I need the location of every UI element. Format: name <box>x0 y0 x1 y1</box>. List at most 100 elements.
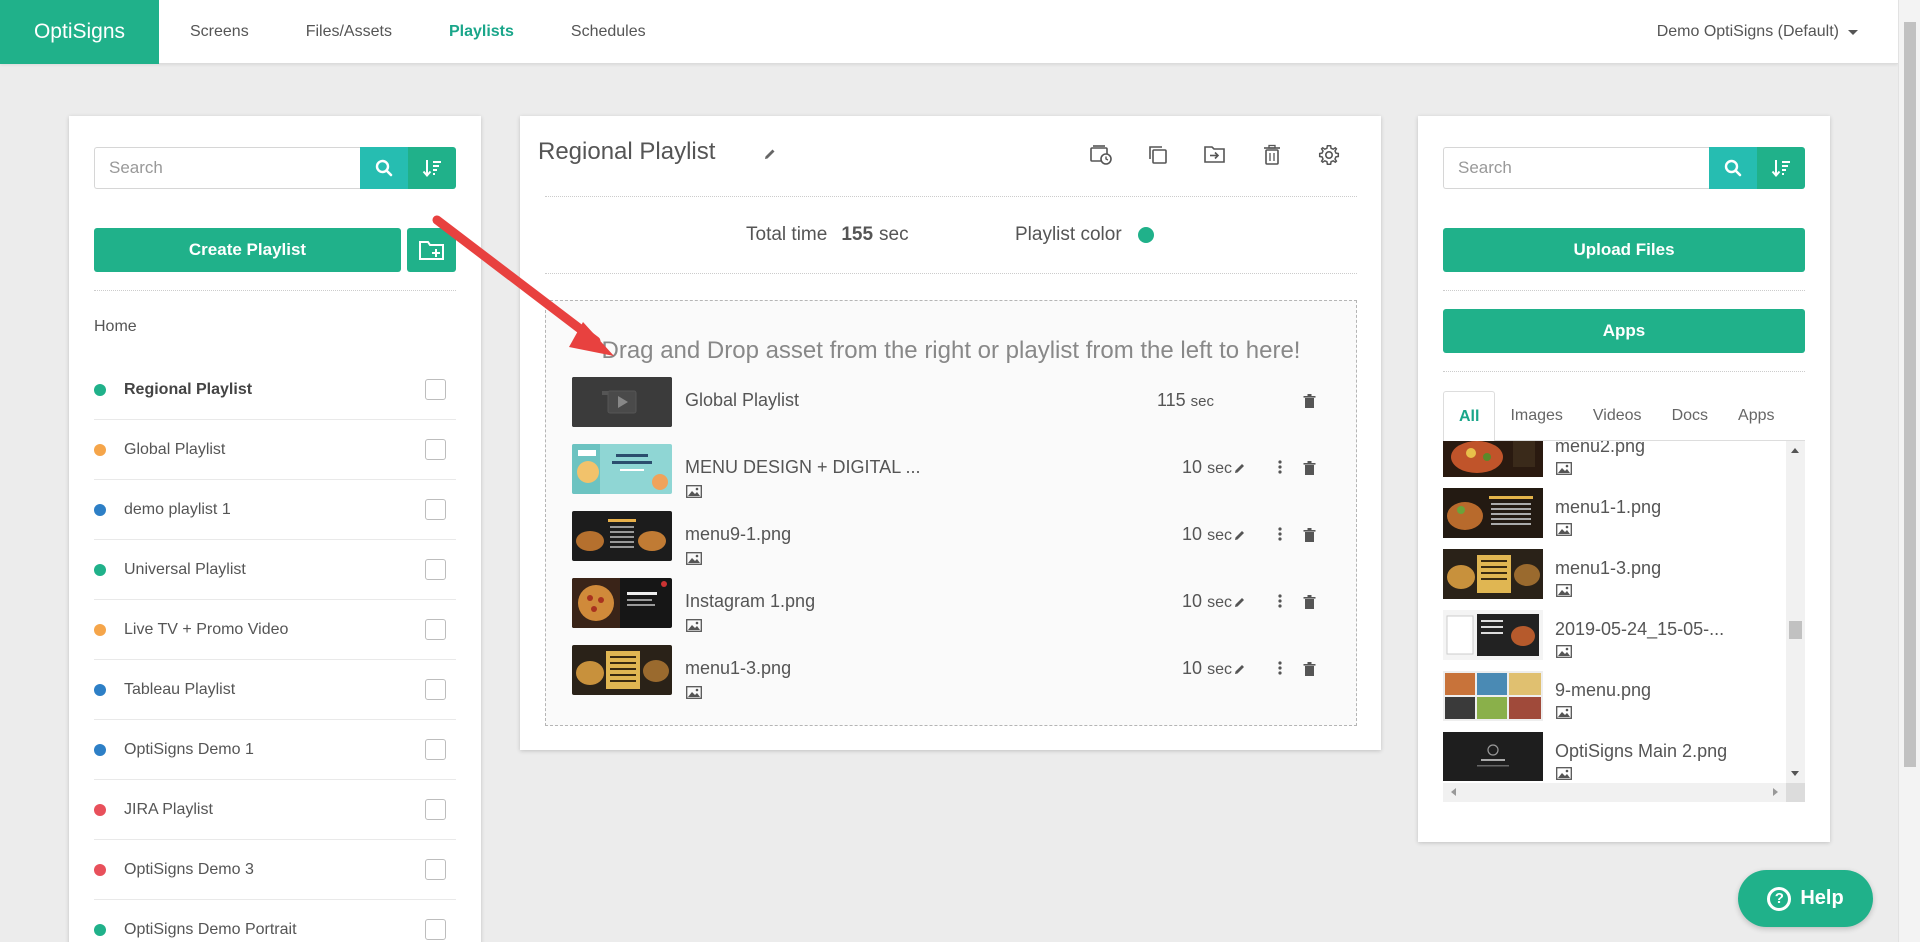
asset-list-horizontal-scrollbar[interactable] <box>1443 783 1786 802</box>
entry-duration: 10 sec <box>1182 591 1232 611</box>
delete-playlist-icon[interactable] <box>1243 144 1300 166</box>
edit-title-icon[interactable] <box>763 147 777 161</box>
asset-list-vertical-scrollbar[interactable] <box>1786 441 1805 783</box>
remove-entry-icon[interactable] <box>1303 595 1316 609</box>
question-icon: ? <box>1767 886 1792 911</box>
edit-duration-icon[interactable] <box>1234 596 1246 608</box>
preview-playlist-icon[interactable] <box>1072 144 1129 166</box>
app-logo[interactable]: OptiSigns <box>0 0 159 64</box>
playlist-item-live-tv[interactable]: Live TV + Promo Video <box>94 600 456 660</box>
playlist-entry[interactable]: Instagram 1.png 10 sec <box>572 578 1332 645</box>
tab-all[interactable]: All <box>1443 391 1496 442</box>
nav-files-assets[interactable]: Files/Assets <box>306 23 392 41</box>
asset-sort-button[interactable] <box>1757 147 1805 189</box>
playlist-item-universal[interactable]: Universal Playlist <box>94 540 456 600</box>
asset-search-input[interactable]: Search <box>1443 147 1709 189</box>
search-icon <box>1724 159 1742 177</box>
duplicate-icon[interactable] <box>1129 144 1186 166</box>
scroll-up-icon[interactable] <box>1791 448 1799 453</box>
playlist-drop-zone[interactable]: Drag and Drop asset from the right or pl… <box>545 300 1357 726</box>
playlist-checkbox[interactable] <box>425 619 446 640</box>
page-scrollbar[interactable] <box>1898 0 1920 942</box>
playlist-item-tableau[interactable]: Tableau Playlist <box>94 660 456 720</box>
help-button[interactable]: ? Help <box>1738 870 1873 927</box>
new-folder-button[interactable] <box>407 228 456 272</box>
playlist-checkbox[interactable] <box>425 679 446 700</box>
nav-schedules[interactable]: Schedules <box>571 23 646 41</box>
food-thumbnail <box>1443 441 1543 477</box>
playlist-color-dot <box>94 383 106 396</box>
total-time-unit: sec <box>879 224 909 245</box>
more-options-icon[interactable] <box>1278 460 1282 474</box>
playlist-item-global[interactable]: Global Playlist <box>94 420 456 480</box>
move-to-folder-icon[interactable] <box>1186 144 1243 166</box>
asset-list-scroll-thumb[interactable] <box>1789 621 1802 639</box>
entry-duration: 10 sec <box>1182 457 1232 477</box>
scroll-right-icon[interactable] <box>1773 788 1778 796</box>
menu-design-thumbnail <box>572 444 672 494</box>
scroll-down-icon[interactable] <box>1791 771 1799 776</box>
upload-files-button[interactable]: Upload Files <box>1443 228 1805 272</box>
asset-item[interactable]: 9-menu.png <box>1443 671 1786 732</box>
more-options-icon[interactable] <box>1278 661 1282 675</box>
account-dropdown[interactable]: Demo OptiSigns (Default) <box>1657 0 1858 64</box>
asset-name: menu2.png <box>1555 441 1646 456</box>
remove-entry-icon[interactable] <box>1303 394 1316 408</box>
edit-duration-icon[interactable] <box>1234 462 1246 474</box>
tab-images[interactable]: Images <box>1495 391 1577 441</box>
playlist-item-regional[interactable]: Regional Playlist <box>94 360 456 420</box>
playlist-color-dot <box>94 563 106 576</box>
asset-item[interactable]: OptiSigns Main 2.png <box>1443 732 1786 781</box>
settings-gear-icon[interactable] <box>1300 144 1357 166</box>
create-playlist-button[interactable]: Create Playlist <box>94 228 401 272</box>
tab-docs[interactable]: Docs <box>1657 391 1723 441</box>
page-scrollbar-thumb[interactable] <box>1904 22 1916 767</box>
playlist-item-demo-portrait[interactable]: OptiSigns Demo Portrait <box>94 900 456 942</box>
playlist-sort-button[interactable] <box>408 147 456 189</box>
remove-entry-icon[interactable] <box>1303 662 1316 676</box>
playlist-checkbox[interactable] <box>425 379 446 400</box>
playlist-checkbox[interactable] <box>425 739 446 760</box>
asset-search-button[interactable] <box>1709 147 1757 189</box>
asset-item[interactable]: menu1-3.png <box>1443 549 1786 610</box>
nav-playlists[interactable]: Playlists <box>449 23 514 41</box>
playlist-item-jira[interactable]: JIRA Playlist <box>94 780 456 840</box>
playlist-checkbox[interactable] <box>425 799 446 820</box>
more-options-icon[interactable] <box>1278 594 1282 608</box>
tab-videos[interactable]: Videos <box>1578 391 1657 441</box>
breadcrumb-home[interactable]: Home <box>94 318 137 336</box>
nav-screens[interactable]: Screens <box>190 23 249 41</box>
edit-duration-icon[interactable] <box>1234 663 1246 675</box>
playlist-color-dot <box>94 683 106 696</box>
playlist-checkbox[interactable] <box>425 439 446 460</box>
playlist-checkbox[interactable] <box>425 919 446 940</box>
more-options-icon[interactable] <box>1278 527 1282 541</box>
image-type-icon <box>686 485 702 498</box>
playlist-entry[interactable]: Global Playlist 115 sec <box>572 377 1332 444</box>
edit-duration-icon[interactable] <box>1234 529 1246 541</box>
playlist-checkbox[interactable] <box>425 559 446 580</box>
asset-item[interactable]: 2019-05-24_15-05-... <box>1443 610 1786 671</box>
playlist-color: Playlist color <box>1015 224 1154 246</box>
remove-entry-icon[interactable] <box>1303 461 1316 475</box>
apps-button[interactable]: Apps <box>1443 309 1805 353</box>
scroll-left-icon[interactable] <box>1451 788 1456 796</box>
tab-apps[interactable]: Apps <box>1723 391 1789 441</box>
image-type-icon <box>686 686 702 699</box>
remove-entry-icon[interactable] <box>1303 528 1316 542</box>
playlist-entry[interactable]: MENU DESIGN + DIGITAL ... 10 sec <box>572 444 1332 511</box>
playlist-search-button[interactable] <box>360 147 408 189</box>
image-type-icon <box>686 619 702 632</box>
playlist-color-swatch[interactable] <box>1137 227 1154 243</box>
playlist-entry[interactable]: menu1-3.png 10 sec <box>572 645 1332 712</box>
playlist-checkbox[interactable] <box>425 499 446 520</box>
playlist-checkbox[interactable] <box>425 859 446 880</box>
playlist-item-demo-3[interactable]: OptiSigns Demo 3 <box>94 840 456 900</box>
asset-item[interactable]: menu1-1.png <box>1443 488 1786 549</box>
playlist-item-demo-1[interactable]: demo playlist 1 <box>94 480 456 540</box>
playlist-item-demo-1-optisigns[interactable]: OptiSigns Demo 1 <box>94 720 456 780</box>
playlist-entry[interactable]: menu9-1.png 10 sec <box>572 511 1332 578</box>
asset-search-bar: Search <box>1443 147 1805 189</box>
asset-item[interactable]: menu2.png <box>1443 441 1786 488</box>
playlist-search-input[interactable]: Search <box>94 147 360 189</box>
